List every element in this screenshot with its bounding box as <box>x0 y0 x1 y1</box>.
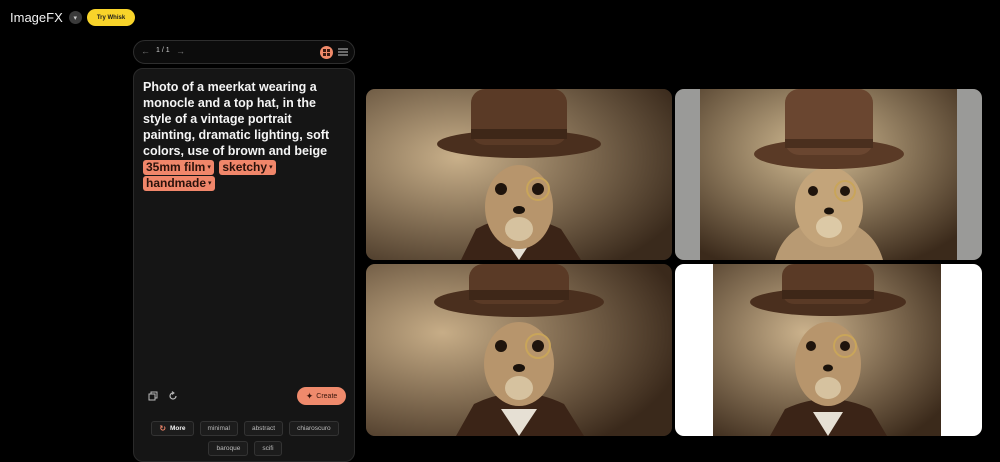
style-chip-minimal[interactable]: minimal <box>199 421 238 436</box>
chevron-down-icon[interactable]: ▾ <box>68 11 82 24</box>
page-count: 1 / 1 <box>156 47 170 54</box>
pager-bar: ← 1 / 1 → <box>133 40 355 64</box>
create-label: Create <box>316 392 338 400</box>
brand-name: ImageFX <box>10 10 63 25</box>
grid-icon[interactable] <box>320 46 333 59</box>
style-chip-scifi[interactable]: scifi <box>254 441 282 456</box>
create-button[interactable]: ✦ Create <box>297 387 346 405</box>
style-chip-abstract[interactable]: abstract <box>243 421 284 436</box>
prompt-text: Photo of a meerkat wearing a monocle and… <box>143 80 330 158</box>
prompt-chip-35mm-film[interactable]: 35mm film ▾ <box>143 160 214 175</box>
copy-icon[interactable] <box>146 389 160 403</box>
try-whisk-button[interactable]: Try Whisk <box>87 9 135 26</box>
style-chip-baroque[interactable]: baroque <box>208 441 249 456</box>
prompt-editor[interactable]: Photo of a meerkat wearing a monocle and… <box>143 79 347 191</box>
refresh-icon[interactable] <box>166 389 180 403</box>
refresh-icon: ↻ <box>159 424 167 433</box>
generated-image-4[interactable] <box>675 264 982 436</box>
more-styles-button[interactable]: ↻ More <box>151 421 194 436</box>
prompt-panel: Photo of a meerkat wearing a monocle and… <box>133 68 355 462</box>
chevron-down-icon: ▾ <box>207 163 211 171</box>
generated-image-3[interactable] <box>366 264 672 436</box>
list-icon[interactable] <box>338 47 348 57</box>
generated-image-1[interactable] <box>366 89 672 260</box>
chevron-down-icon: ▾ <box>208 179 212 187</box>
generated-image-2[interactable] <box>675 89 982 260</box>
style-chip-chiaroscuro[interactable]: chiaroscuro <box>289 421 339 436</box>
arrow-right-icon[interactable]: → <box>176 46 185 56</box>
brand[interactable]: ImageFX ▾ <box>10 10 82 25</box>
sparkle-icon: ✦ <box>305 390 314 401</box>
prompt-chip-handmade[interactable]: handmade ▾ <box>143 176 215 191</box>
arrow-left-icon[interactable]: ← <box>141 46 150 56</box>
prompt-chip-sketchy[interactable]: sketchy ▾ <box>219 160 276 175</box>
style-suggestions: ↻ More minimal abstract chiaroscuro baro… <box>134 421 356 461</box>
chevron-down-icon: ▾ <box>269 163 273 171</box>
